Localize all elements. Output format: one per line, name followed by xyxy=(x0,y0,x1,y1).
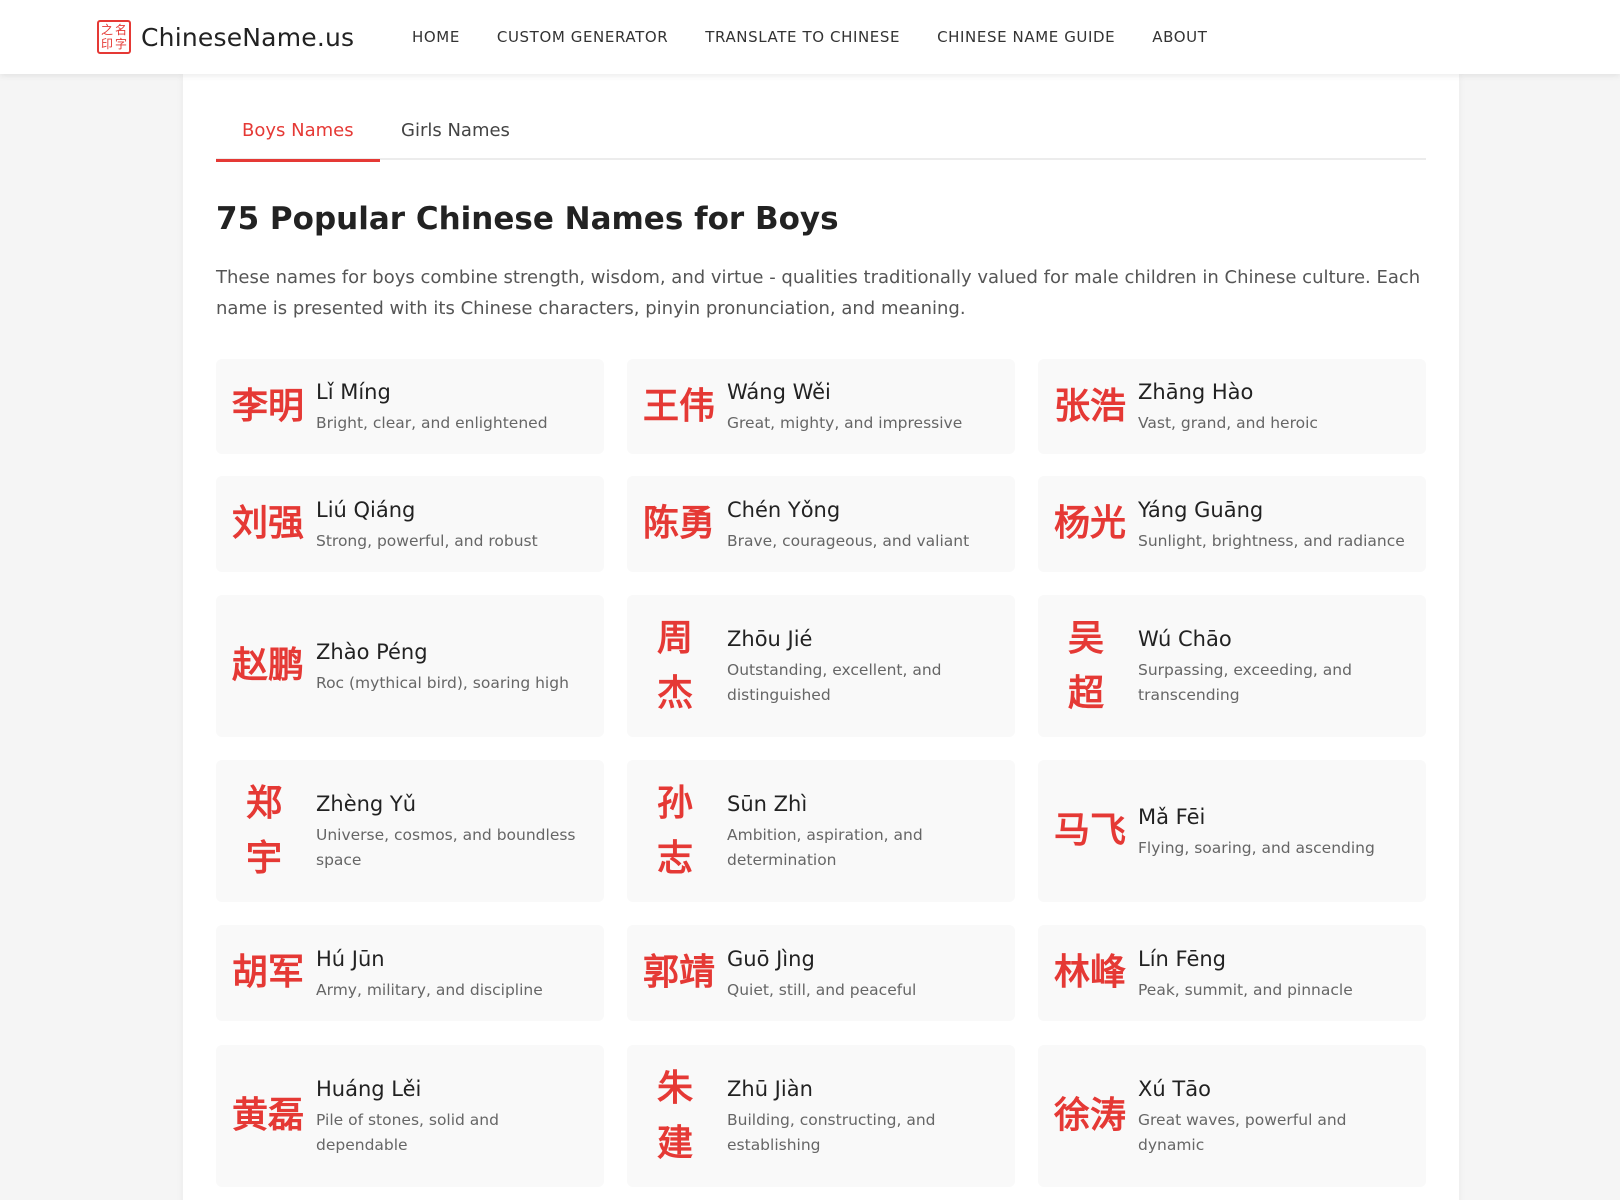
name-meaning: Surpassing, exceeding, and transcending xyxy=(1138,661,1352,704)
name-hanzi: 朱建 xyxy=(657,1068,694,1164)
name-pinyin: Wú Chāo xyxy=(1138,627,1232,651)
name-meaning: Roc (mythical bird), soaring high xyxy=(316,673,569,692)
name-pinyin: Zhōu Jié xyxy=(727,627,813,651)
tab-girls-names[interactable]: Girls Names xyxy=(375,102,536,160)
name-card[interactable]: 赵鹏 Zhào Péng Roc (mythical bird), soaring… xyxy=(216,595,604,737)
name-pinyin: Guō Jìng xyxy=(727,946,815,971)
name-card[interactable]: 刘强 Liú Qiáng Strong, powerful, and robust xyxy=(216,476,604,572)
name-hanzi: 李明 xyxy=(232,385,305,427)
name-meaning: Great, mighty, and impressive xyxy=(727,414,963,432)
name-pinyin: Huáng Lěi xyxy=(316,1077,422,1101)
name-meaning: Pile of stones, solid and dependable xyxy=(316,1111,499,1154)
name-meaning: Strong, powerful, and robust xyxy=(316,531,538,550)
name-pinyin: Zhèng Yǔ xyxy=(316,792,417,816)
name-hanzi: 周杰 xyxy=(657,618,694,714)
name-meaning: Flying, soaring, and ascending xyxy=(1138,838,1375,857)
name-meaning: Bright, clear, and enlightened xyxy=(316,414,548,432)
name-hanzi: 杨光 xyxy=(1054,503,1127,544)
tab-boys-names[interactable]: Boys Names xyxy=(216,102,380,162)
main-content: Boys Names Girls Names 75 Popular Chines… xyxy=(183,74,1459,1200)
name-hanzi: 赵鹏 xyxy=(232,645,305,686)
name-meaning: Ambition, aspiration, and determination xyxy=(727,826,923,869)
name-pinyin: Lín Fēng xyxy=(1138,946,1227,971)
name-pinyin: Hú Jūn xyxy=(316,946,385,971)
name-meaning: Great waves, powerful and dynamic xyxy=(1138,1111,1347,1154)
name-pinyin: Zhāng Hào xyxy=(1138,380,1254,404)
nav-custom-generator[interactable]: CUSTOM GENERATOR xyxy=(497,28,668,46)
site-logo[interactable]: 之 名 印 字 ChineseName.us xyxy=(97,19,354,55)
seal-logo-icon: 之 名 印 字 xyxy=(97,20,131,54)
gender-tabs: Boys Names Girls Names xyxy=(216,102,1426,162)
nav-home[interactable]: HOME xyxy=(412,28,460,46)
name-pinyin: Liú Qiáng xyxy=(316,497,416,522)
name-card[interactable]: 杨光 Yáng Guāng Sunlight, brightness, and r… xyxy=(1038,476,1426,572)
name-card[interactable]: 王伟 Wáng Wěi Great, mighty, and impressive xyxy=(627,359,1015,454)
name-pinyin: Yáng Guāng xyxy=(1138,497,1264,522)
name-card[interactable]: 陈勇 Chén Yǒng Brave, courageous, and valia… xyxy=(627,476,1015,572)
name-card[interactable]: 黄磊 Huáng Lěi Pile of stones, solid and de… xyxy=(216,1045,604,1187)
name-card[interactable]: 林峰 Lín Fēng Peak, summit, and pinnacle xyxy=(1038,925,1426,1021)
name-pinyin: Mǎ Fēi xyxy=(1138,804,1206,829)
name-card[interactable]: 吴超 Wú Chāo Surpassing, exceeding, and tra… xyxy=(1038,595,1426,737)
name-card[interactable]: 朱建 Zhū Jiàn Building, constructing, and e… xyxy=(627,1045,1015,1187)
name-pinyin: Chén Yǒng xyxy=(727,497,841,522)
name-hanzi: 马飞 xyxy=(1054,810,1127,851)
nav-translate-to-chinese[interactable]: TRANSLATE TO CHINESE xyxy=(705,28,900,46)
name-meaning: Sunlight, brightness, and radiance xyxy=(1138,531,1405,550)
name-card[interactable]: 周杰 Zhōu Jié Outstanding, excellent, and d… xyxy=(627,595,1015,737)
name-card[interactable]: 胡军 Hú Jūn Army, military, and discipline xyxy=(216,925,604,1021)
name-meaning: Army, military, and discipline xyxy=(316,980,543,999)
name-card[interactable]: 孙志 Sūn Zhì Ambition, aspiration, and dete… xyxy=(627,760,1015,902)
name-pinyin: Zhū Jiàn xyxy=(727,1077,813,1101)
site-header: 之 名 印 字 ChineseName.us HOME CUSTOM GENER… xyxy=(0,0,1620,74)
name-pinyin: Zhào Péng xyxy=(316,639,428,664)
nav-chinese-name-guide[interactable]: CHINESE NAME GUIDE xyxy=(937,28,1115,46)
name-hanzi: 郭靖 xyxy=(643,952,716,993)
main-nav: HOME CUSTOM GENERATOR TRANSLATE TO CHINE… xyxy=(412,0,1245,74)
name-meaning: Vast, grand, and heroic xyxy=(1138,414,1318,432)
name-card[interactable]: 马飞 Mǎ Fēi Flying, soaring, and ascending xyxy=(1038,760,1426,902)
name-hanzi: 刘强 xyxy=(232,503,305,544)
site-name: ChineseName.us xyxy=(141,22,355,52)
name-card[interactable]: 郑宇 Zhèng Yǔ Universe, cosmos, and boundle… xyxy=(216,760,604,902)
name-hanzi: 陈勇 xyxy=(643,503,716,544)
page-intro: These names for boys combine strength, w… xyxy=(216,267,1421,319)
name-meaning: Outstanding, excellent, and distinguishe… xyxy=(727,661,942,704)
name-hanzi: 孙志 xyxy=(657,783,694,879)
name-hanzi: 王伟 xyxy=(643,385,716,427)
name-hanzi: 张浩 xyxy=(1054,385,1127,427)
name-hanzi: 胡军 xyxy=(232,952,305,993)
name-hanzi: 黄磊 xyxy=(232,1095,305,1136)
name-pinyin: Lǐ Míng xyxy=(316,380,391,404)
name-hanzi: 林峰 xyxy=(1054,952,1127,993)
name-hanzi: 徐涛 xyxy=(1054,1095,1127,1136)
name-meaning: Peak, summit, and pinnacle xyxy=(1138,980,1353,999)
name-card[interactable]: 徐涛 Xú Tāo Great waves, powerful and dynam… xyxy=(1038,1045,1426,1187)
name-meaning: Universe, cosmos, and boundless space xyxy=(316,826,576,869)
name-meaning: Quiet, still, and peaceful xyxy=(727,980,917,999)
name-hanzi: 吴超 xyxy=(1068,618,1105,714)
name-card[interactable]: 郭靖 Guō Jìng Quiet, still, and peaceful xyxy=(627,925,1015,1021)
name-pinyin: Wáng Wěi xyxy=(727,380,831,404)
name-meaning: Building, constructing, and establishing xyxy=(727,1111,936,1154)
nav-about[interactable]: ABOUT xyxy=(1152,28,1207,46)
name-card[interactable]: 张浩 Zhāng Hào Vast, grand, and heroic xyxy=(1038,359,1426,454)
name-pinyin: Xú Tāo xyxy=(1138,1077,1211,1101)
page-title: 75 Popular Chinese Names for Boys xyxy=(216,201,839,237)
name-hanzi: 郑宇 xyxy=(246,783,283,879)
name-card[interactable]: 李明 Lǐ Míng Bright, clear, and enlightened xyxy=(216,359,604,454)
name-pinyin: Sūn Zhì xyxy=(727,792,808,816)
name-meaning: Brave, courageous, and valiant xyxy=(727,531,970,550)
